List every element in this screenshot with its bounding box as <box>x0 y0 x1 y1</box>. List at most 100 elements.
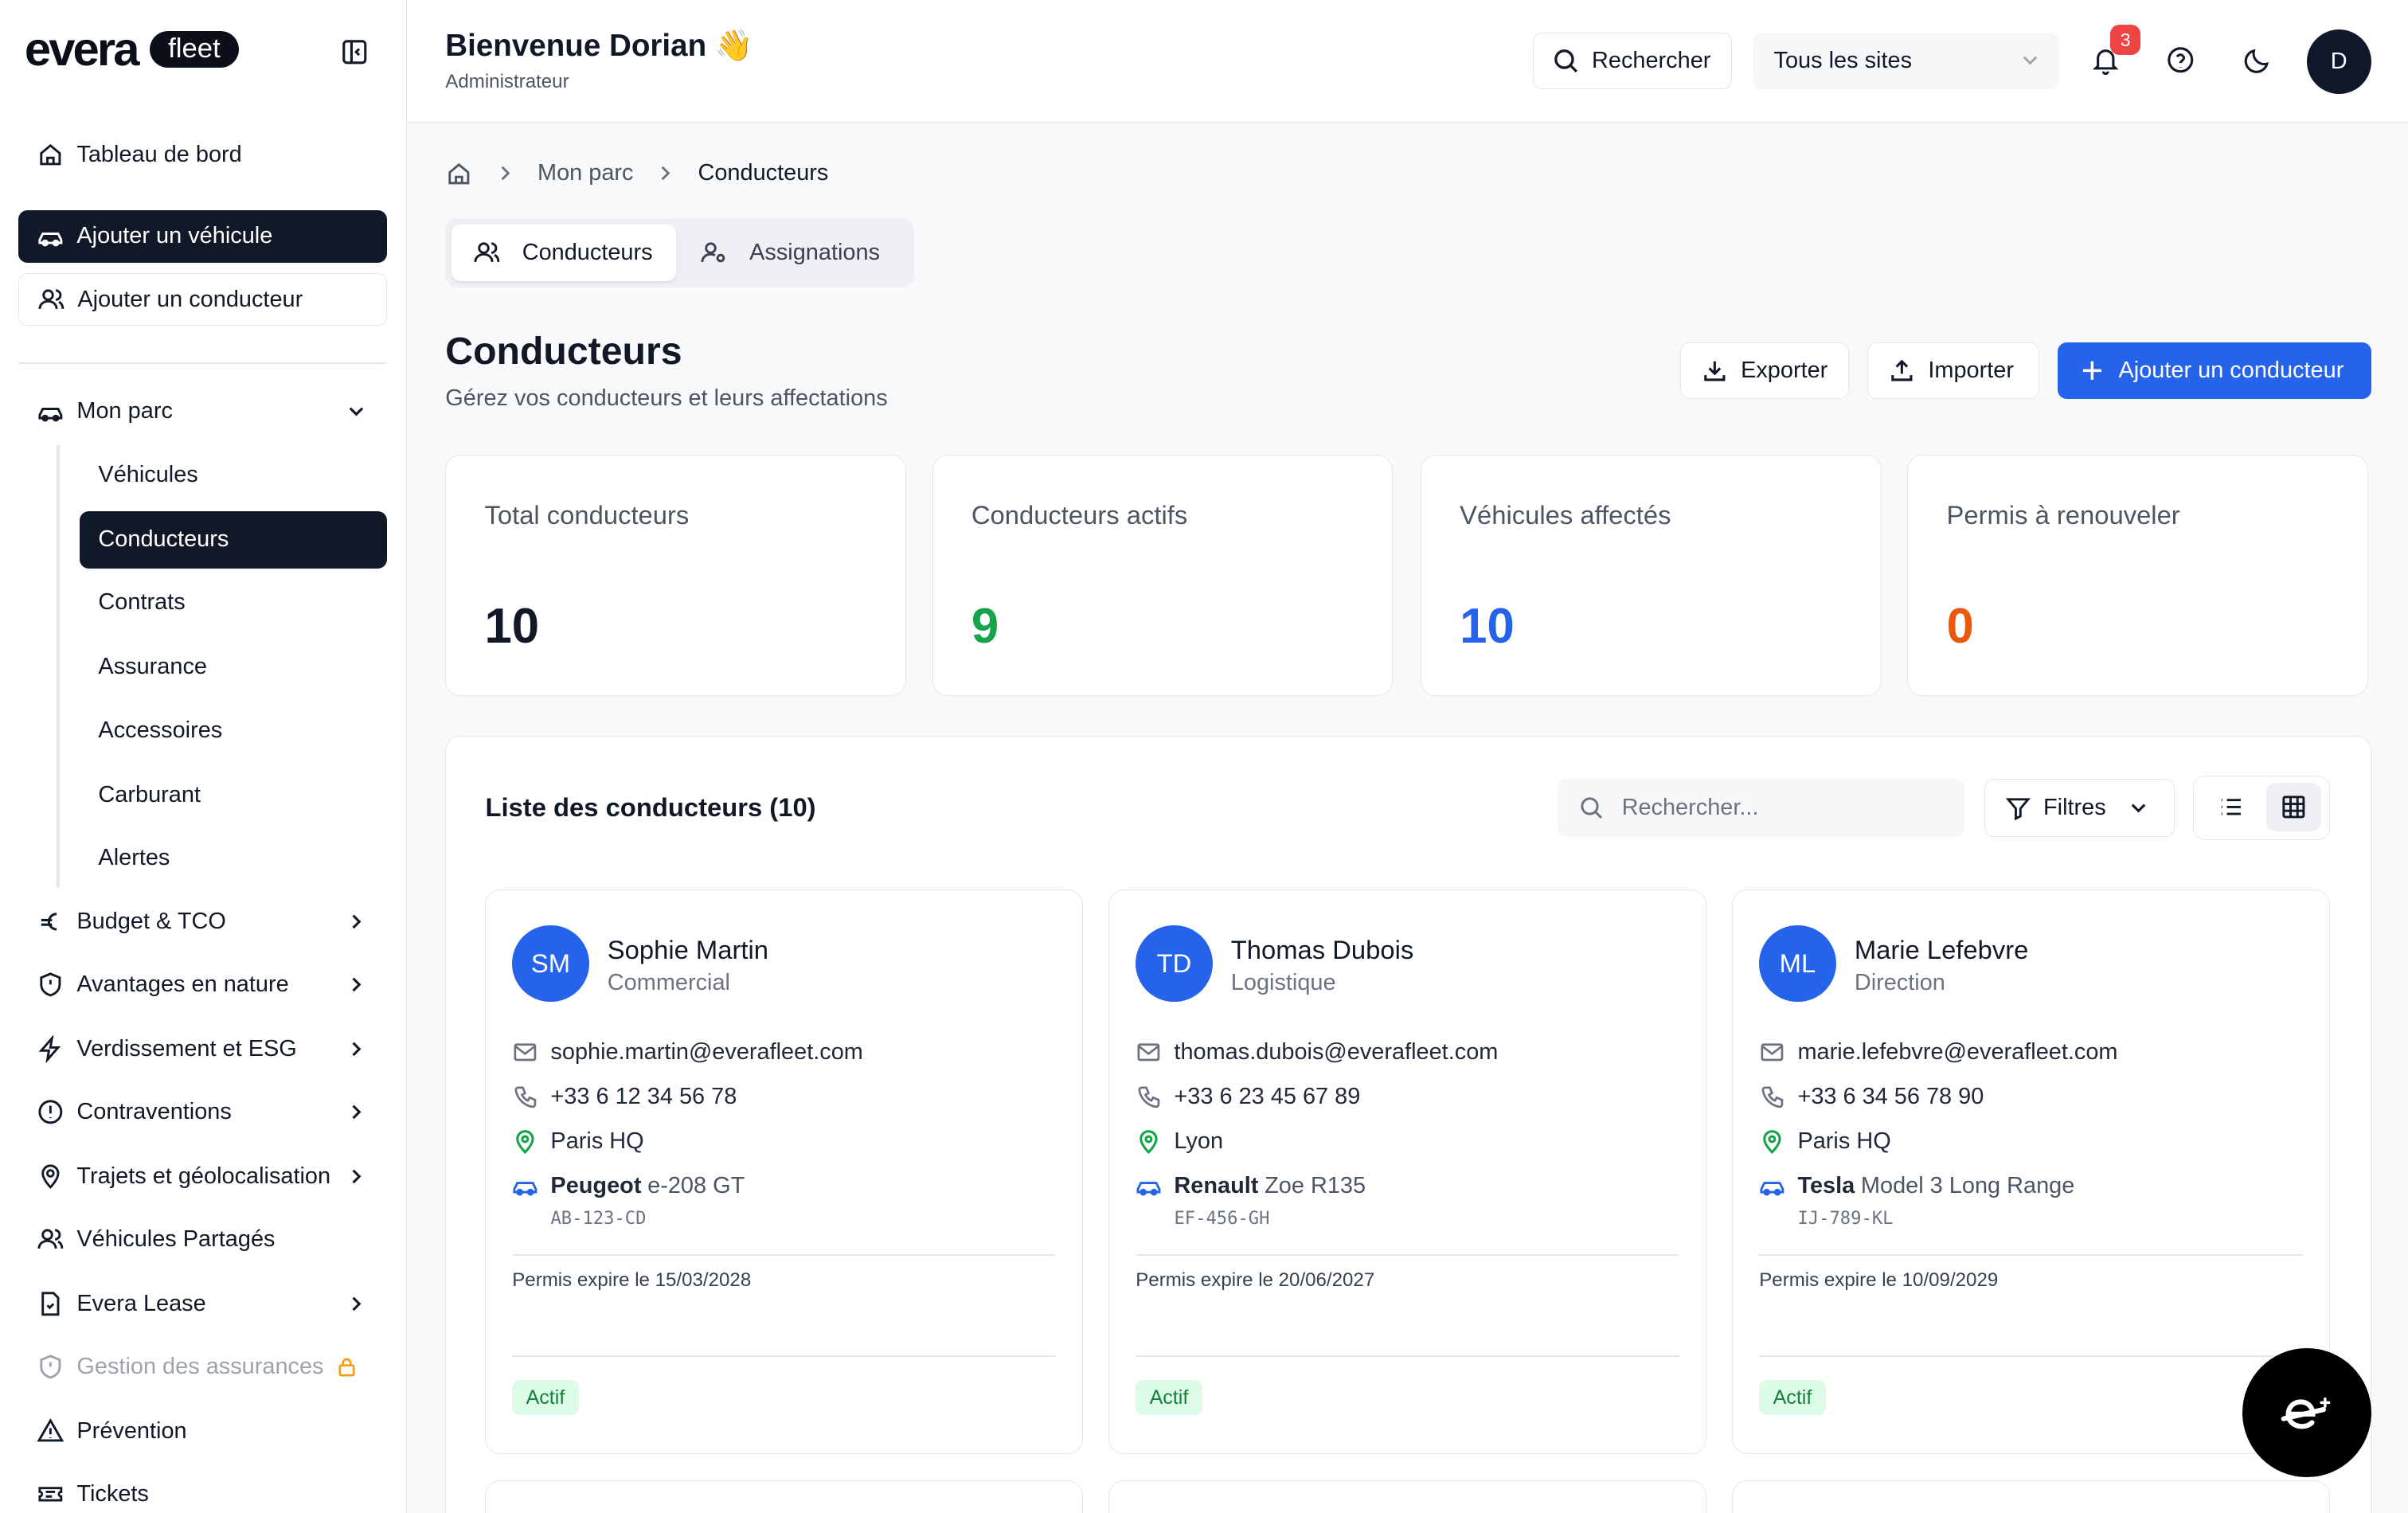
list-title: Liste des conducteurs (10) <box>485 792 816 823</box>
chevron-down-icon <box>2019 49 2041 71</box>
driver-site: Paris HQ <box>550 1128 644 1154</box>
sidebar-item-insurance[interactable]: Assurance <box>80 639 387 695</box>
sidebar-item-budget[interactable]: Budget & TCO <box>18 895 387 948</box>
stat-value: 10 <box>484 599 540 655</box>
sidebar-item-drivers[interactable]: Conducteurs <box>80 511 387 569</box>
sidebar-item-accessories[interactable]: Accessoires <box>80 702 387 758</box>
filters-button[interactable]: Filtres <box>1984 778 2175 838</box>
add-driver-sidebar-button[interactable]: Ajouter un conducteur <box>18 273 387 326</box>
moon-icon[interactable] <box>2242 45 2273 76</box>
import-button[interactable]: Importer <box>1867 342 2040 400</box>
driver-site: Lyon <box>1174 1128 1224 1154</box>
chevron-down-icon <box>2128 797 2149 819</box>
driver-email[interactable]: sophie.martin@everafleet.com <box>550 1039 862 1065</box>
sidebar-item-insurance-management[interactable]: Gestion des assurances <box>18 1341 387 1394</box>
driver-card[interactable] <box>1732 1480 2330 1513</box>
driver-role: Logistique <box>1230 969 1336 995</box>
sidebar-item-evera-lease[interactable]: Evera Lease <box>18 1278 387 1331</box>
export-button[interactable]: Exporter <box>1679 342 1850 400</box>
chevron-right-icon <box>344 972 369 997</box>
sidebar-item-fines[interactable]: Contraventions <box>18 1086 387 1139</box>
assistant-fab-button[interactable] <box>2242 1348 2371 1478</box>
chevron-right-icon <box>494 162 516 184</box>
phone-icon <box>1136 1084 1162 1110</box>
sidebar-item-label: Véhicules Partagés <box>76 1226 276 1252</box>
page-subtitle: Gérez vos conducteurs et leurs affectati… <box>445 385 888 412</box>
map-pin-icon <box>1759 1128 1785 1155</box>
driver-phone[interactable]: +33 6 23 45 67 89 <box>1174 1084 1360 1110</box>
global-search-button[interactable]: Rechercher <box>1532 32 1733 89</box>
help-icon[interactable] <box>2165 45 2196 76</box>
home-icon[interactable] <box>445 160 473 188</box>
stat-label: Véhicules affectés <box>1460 499 1671 530</box>
list-search-input[interactable]: Rechercher... <box>1557 778 1964 838</box>
stat-value: 0 <box>1946 599 1974 655</box>
driver-card[interactable]: TD Thomas Dubois Logistique thomas.dubois@e… <box>1108 889 1706 1455</box>
list-view-icon[interactable] <box>2203 783 2258 832</box>
driver-card[interactable]: ML Marie Lefebvre Direction marie.lefebvre@… <box>1732 889 2330 1455</box>
chevron-right-icon <box>344 1292 369 1316</box>
sidebar-item-dashboard[interactable]: Tableau de bord <box>18 129 387 182</box>
driver-phone[interactable]: +33 6 12 34 56 78 <box>550 1084 737 1110</box>
stat-value: 10 <box>1460 599 1515 655</box>
tab-assignments[interactable]: Assignations <box>682 225 906 281</box>
add-vehicle-button[interactable]: Ajouter un véhicule <box>18 210 387 263</box>
permit-expiry: Permis expire le 10/09/2029 <box>1759 1269 1999 1292</box>
sidebar-item-contracts[interactable]: Contrats <box>80 574 387 631</box>
sidebar-item-prevention[interactable]: Prévention <box>18 1405 387 1458</box>
add-driver-button[interactable]: Ajouter un conducteur <box>2058 342 2371 400</box>
card-divider <box>1136 1355 1679 1357</box>
stat-label: Permis à renouveler <box>1946 499 2180 530</box>
sidebar-item-tickets[interactable]: Tickets <box>18 1468 387 1513</box>
stat-card-assigned-vehicles: Véhicules affectés 10 <box>1420 454 1882 696</box>
status-badge: Actif <box>512 1379 579 1416</box>
tab-drivers[interactable]: Conducteurs <box>451 224 676 281</box>
document-icon <box>37 1290 64 1318</box>
phone-icon <box>512 1084 538 1110</box>
driver-name[interactable]: Sophie Martin <box>608 935 768 965</box>
sidebar-item-trips[interactable]: Trajets et géolocalisation <box>18 1151 387 1203</box>
sidebar-item-benefits[interactable]: Avantages en nature <box>18 958 387 1011</box>
driver-card[interactable] <box>1108 1480 1706 1513</box>
sidebar-item-shared-vehicles[interactable]: Véhicules Partagés <box>18 1214 387 1266</box>
list-search-placeholder: Rechercher... <box>1621 794 1759 820</box>
brand-logo[interactable]: evera fleet <box>24 22 239 76</box>
driver-vehicle-row[interactable]: Renault Zoe R135 <box>1136 1173 1366 1199</box>
driver-card[interactable]: SM Sophie Martin Commercial sophie.martin@e… <box>485 889 1083 1455</box>
driver-name[interactable]: Thomas Dubois <box>1231 935 1413 965</box>
user-avatar[interactable]: D <box>2306 29 2371 94</box>
sidebar-item-esg[interactable]: Verdissement et ESG <box>18 1022 387 1075</box>
breadcrumb-parent[interactable]: Mon parc <box>538 160 634 186</box>
mail-icon <box>1136 1039 1162 1065</box>
card-divider <box>512 1355 1056 1357</box>
driver-email[interactable]: marie.lefebvre@everafleet.com <box>1797 1039 2117 1065</box>
sidebar-item-alerts[interactable]: Alertes <box>80 829 387 886</box>
phone-icon <box>1759 1084 1785 1110</box>
lightning-icon <box>37 1034 64 1063</box>
sidebar-item-label: Tableau de bord <box>76 142 242 168</box>
driver-vehicle-row[interactable]: Tesla Model 3 Long Range <box>1759 1173 2074 1199</box>
sidebar-collapse-icon[interactable] <box>339 37 370 68</box>
shield-icon <box>37 971 64 999</box>
sidebar-item-label: Verdissement et ESG <box>76 1035 297 1061</box>
sidebar-group-fleet[interactable]: Mon parc <box>18 385 387 438</box>
sidebar-item-vehicles[interactable]: Véhicules <box>80 447 387 503</box>
stat-label: Total conducteurs <box>484 499 690 530</box>
card-divider <box>512 1253 1056 1256</box>
driver-phone[interactable]: +33 6 34 56 78 90 <box>1797 1084 1984 1110</box>
vehicle-model: e-208 GT <box>647 1172 745 1198</box>
driver-card[interactable] <box>485 1480 1083 1513</box>
car-icon <box>1759 1173 1785 1199</box>
driver-email[interactable]: thomas.dubois@everafleet.com <box>1174 1039 1498 1065</box>
sidebar-item-fuel[interactable]: Carburant <box>80 766 387 823</box>
grid-view-icon[interactable] <box>2265 782 2322 832</box>
driver-vehicle-row[interactable]: Peugeot e-208 GT <box>512 1173 745 1199</box>
shield-icon <box>37 1353 64 1381</box>
driver-avatar: TD <box>1136 925 1213 1003</box>
tab-label: Assignations <box>749 239 881 265</box>
logo-text: evera <box>24 22 140 76</box>
site-select[interactable]: Tous les sites <box>1752 32 2060 89</box>
tab-label: Conducteurs <box>522 239 653 265</box>
driver-name[interactable]: Marie Lefebvre <box>1855 935 2029 965</box>
chevron-right-icon <box>344 909 369 934</box>
